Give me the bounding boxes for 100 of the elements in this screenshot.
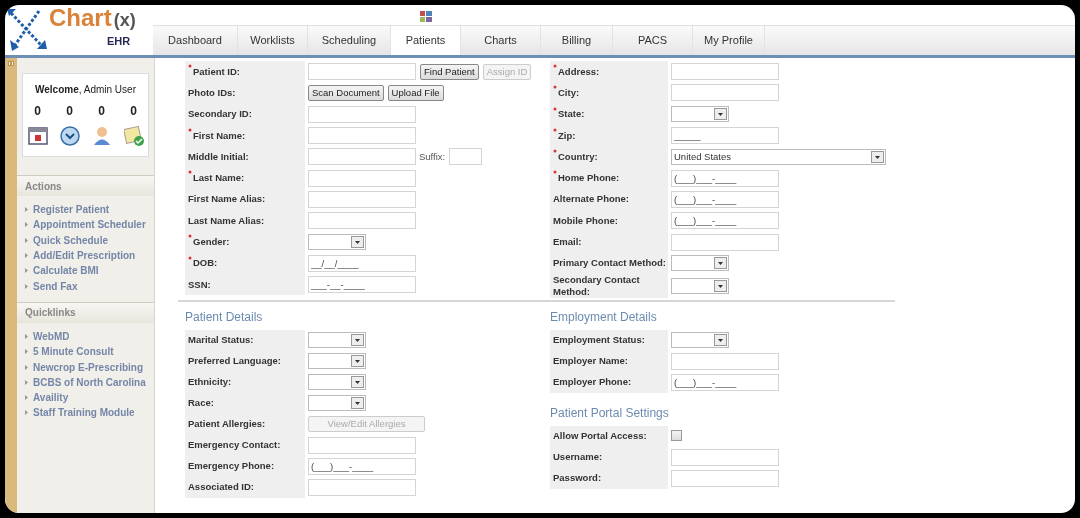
input-field[interactable] xyxy=(449,148,483,166)
field-label: First Name: xyxy=(193,129,246,142)
field-label: Emergency Phone: xyxy=(188,460,275,473)
caret-icon xyxy=(871,150,884,163)
field-label: City: xyxy=(558,86,580,99)
field-label: Password: xyxy=(553,472,602,485)
input-field[interactable] xyxy=(308,127,416,145)
input-field[interactable] xyxy=(308,169,416,187)
field-label: Employment Status: xyxy=(553,334,645,347)
input-field[interactable] xyxy=(308,212,416,230)
dropdown[interactable] xyxy=(671,277,729,294)
input-field[interactable] xyxy=(671,84,779,102)
bullet-icon xyxy=(25,237,28,243)
field-label: Gender: xyxy=(193,236,230,248)
dropdown[interactable] xyxy=(308,395,366,412)
dropdown[interactable] xyxy=(671,106,729,123)
input-field[interactable] xyxy=(671,469,779,487)
input-field[interactable] xyxy=(308,190,416,208)
caret-icon xyxy=(714,279,727,292)
form-button[interactable]: Scan Document xyxy=(308,84,384,101)
field-label: Preferred Language: xyxy=(188,355,281,368)
counter-value: 0 xyxy=(34,103,41,120)
logo-text: (x) xyxy=(113,11,136,29)
field-label: Suffix: xyxy=(419,149,446,164)
field-label: Address: xyxy=(558,65,600,78)
bullet-icon xyxy=(25,253,28,259)
caret-icon xyxy=(351,334,364,347)
field-label: Primary Contact Method: xyxy=(553,257,666,270)
input-field[interactable]: __/__/____ xyxy=(308,254,416,272)
counter-value: 0 xyxy=(130,103,137,120)
panel-header: Quicklinks xyxy=(17,302,154,323)
caret-icon xyxy=(351,355,364,368)
bullet-icon xyxy=(25,283,28,289)
input-field[interactable] xyxy=(308,63,416,81)
field-label: Mobile Phone: xyxy=(553,214,618,227)
counter-value: 0 xyxy=(66,103,73,120)
section-heading: Patient Portal Settings xyxy=(550,404,670,422)
logo-subtitle: EHR xyxy=(107,34,131,49)
input-field[interactable]: (___)___-____ xyxy=(671,373,779,391)
input-field[interactable] xyxy=(308,148,416,166)
field-label: First Name Alias: xyxy=(188,193,266,206)
section-heading: Employment Details xyxy=(550,308,658,326)
dropdown[interactable] xyxy=(671,332,729,349)
bullet-icon xyxy=(25,410,28,416)
form-button[interactable]: Find Patient xyxy=(420,63,479,80)
dropdown[interactable] xyxy=(308,332,366,349)
field-label: Home Phone: xyxy=(558,172,620,185)
bullet-icon xyxy=(25,268,28,274)
input-field[interactable]: (___)___-____ xyxy=(671,212,779,230)
bullet-icon xyxy=(25,207,28,213)
caret-icon xyxy=(351,236,364,248)
form-button[interactable]: Upload File xyxy=(387,84,444,101)
field-label: Middle Initial: xyxy=(188,150,249,163)
checked-note-icon xyxy=(123,126,144,146)
bullet-icon xyxy=(25,364,28,370)
input-field[interactable]: (___)___-____ xyxy=(308,457,416,475)
caret-icon xyxy=(714,334,727,347)
bullet-icon xyxy=(25,395,28,401)
field-label: Secondary Contact Method: xyxy=(553,273,641,298)
input-field[interactable] xyxy=(308,478,416,496)
caret-icon xyxy=(714,108,727,121)
bullet-icon xyxy=(25,349,28,355)
field-label: Zip: xyxy=(558,129,576,142)
field-label: DOB: xyxy=(193,257,218,270)
input-field[interactable] xyxy=(671,233,779,251)
person-icon xyxy=(91,126,112,146)
dropdown[interactable]: United States xyxy=(671,148,886,165)
calendar-icon xyxy=(27,126,48,146)
dropdown[interactable] xyxy=(308,374,366,391)
field-label: Country: xyxy=(558,150,598,163)
field-label: Username: xyxy=(553,451,603,464)
field-label: Patient Allergies: xyxy=(188,418,266,431)
input-field[interactable] xyxy=(308,436,416,454)
field-label: Race: xyxy=(188,397,214,410)
field-label: State: xyxy=(558,108,585,121)
field-label: Patient ID: xyxy=(193,65,240,78)
section-heading: Patient Details xyxy=(185,308,264,326)
input-field[interactable] xyxy=(671,352,779,370)
input-field[interactable] xyxy=(671,63,779,81)
bullet-icon xyxy=(25,333,28,339)
logo-text: Chart xyxy=(49,6,112,30)
input-field[interactable]: (___)___-____ xyxy=(671,190,779,208)
input-field[interactable]: (___)___-____ xyxy=(671,169,779,187)
dropdown[interactable] xyxy=(308,234,366,250)
bullet-icon xyxy=(25,222,28,228)
field-label: Employer Phone: xyxy=(553,376,632,389)
dropdown[interactable] xyxy=(308,353,366,370)
input-field[interactable] xyxy=(671,448,779,466)
input-field[interactable] xyxy=(308,105,416,123)
field-label: Marital Status: xyxy=(188,334,254,347)
field-label: Photo IDs: xyxy=(188,86,236,99)
field-label: Emergency Contact: xyxy=(188,439,281,452)
collapse-icon[interactable] xyxy=(8,61,14,66)
field-label: Employer Name: xyxy=(553,355,628,368)
checkbox[interactable] xyxy=(671,429,682,441)
welcome-text: Welcome, Admin User xyxy=(35,83,136,97)
input-field[interactable]: _____ xyxy=(671,127,779,145)
field-label: Ethnicity: xyxy=(188,376,232,389)
dropdown[interactable] xyxy=(671,255,729,272)
input-field[interactable]: ___-__-____ xyxy=(308,276,416,294)
